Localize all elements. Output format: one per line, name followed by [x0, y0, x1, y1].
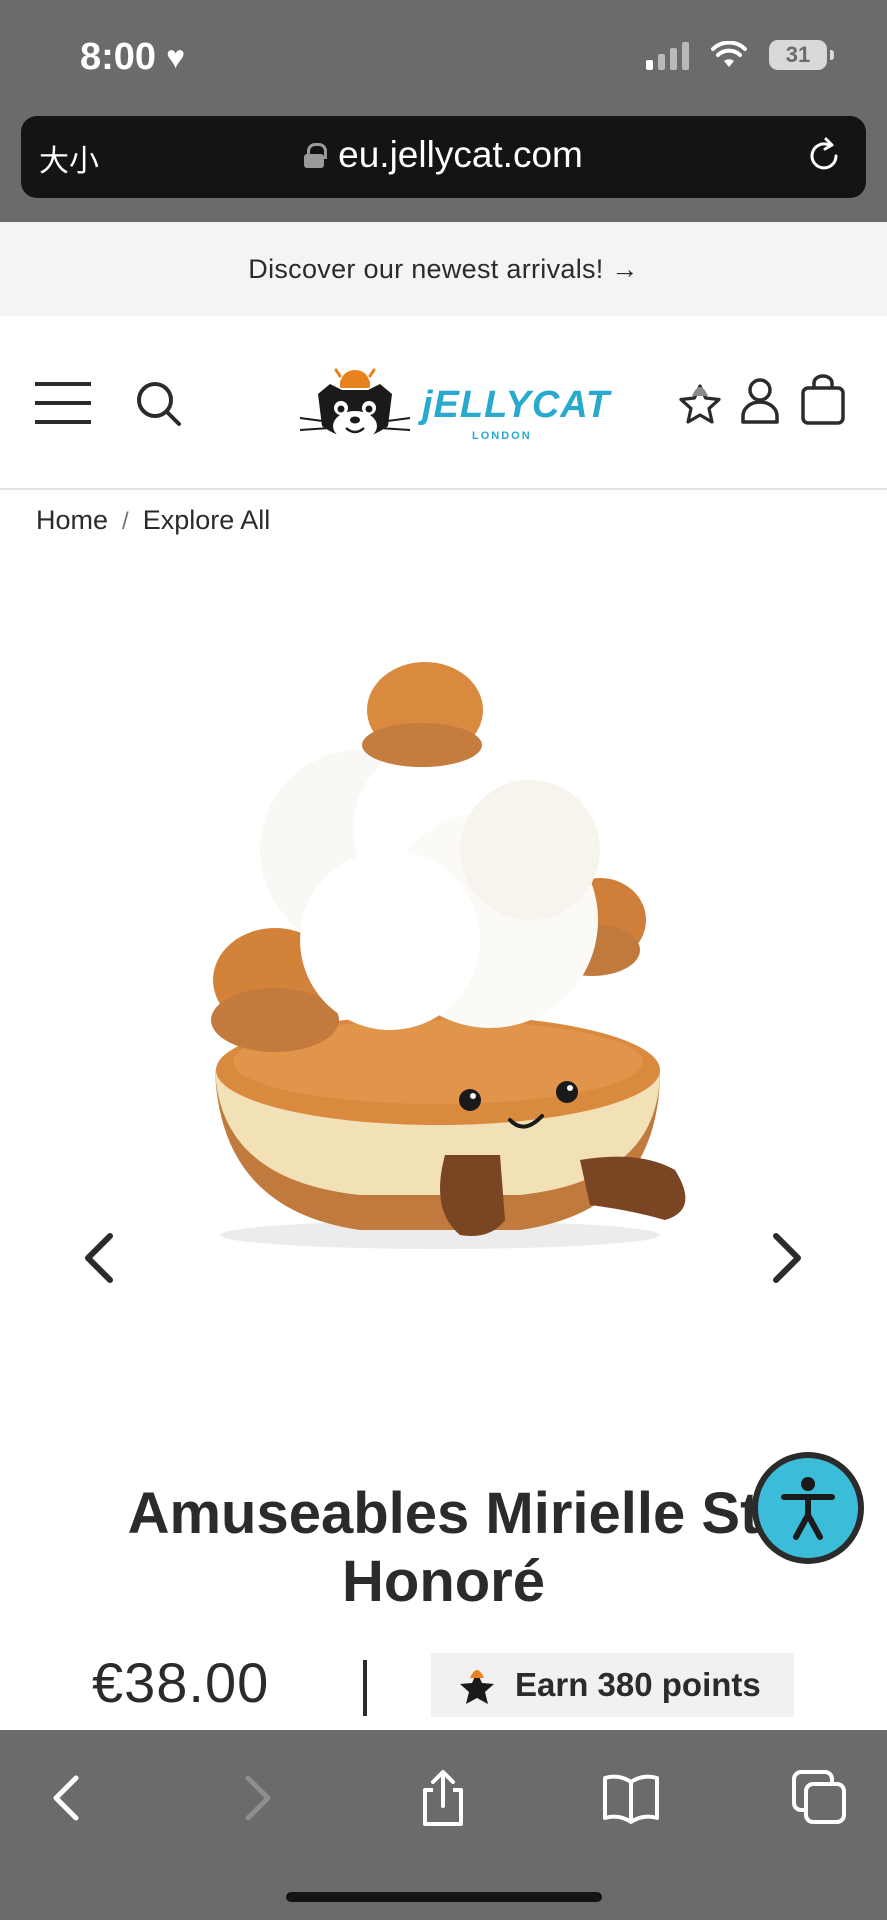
accessibility-icon [781, 1477, 835, 1540]
breadcrumb-separator: / [122, 508, 129, 535]
heart-icon: ♥ [166, 39, 186, 75]
battery-icon: 31 [769, 40, 834, 70]
star-icon[interactable] [676, 376, 724, 428]
logo-wordmark: jELLYCAT [422, 384, 611, 426]
reload-icon[interactable] [804, 136, 844, 176]
jellycat-logo[interactable]: jELLYCAT LONDON [296, 356, 609, 456]
chevron-left-icon[interactable] [78, 1230, 118, 1286]
breadcrumb: Home / Explore All [36, 505, 270, 536]
product-image[interactable] [160, 650, 720, 1270]
home-indicator [286, 1892, 602, 1902]
promo-banner[interactable]: Discover our newest arrivals! → [0, 222, 887, 316]
chevron-right-icon[interactable] [768, 1230, 808, 1286]
lock-icon [304, 143, 328, 168]
product-price: €38.00 [92, 1651, 270, 1714]
share-icon[interactable] [413, 1768, 473, 1828]
loyalty-points-badge: Earn 380 points [431, 1653, 794, 1717]
browser-toolbar [0, 1730, 887, 1920]
back-icon[interactable] [38, 1768, 98, 1828]
wifi-icon [711, 41, 747, 67]
user-icon[interactable] [740, 376, 780, 426]
accessibility-button-inner [758, 1458, 858, 1558]
shopping-bag-icon[interactable] [800, 374, 846, 426]
logo-subtext: LONDON [472, 430, 532, 442]
points-text: Earn 380 points [515, 1666, 761, 1703]
cellular-signal-icon [646, 40, 689, 70]
url-text: eu.jellycat.com [338, 134, 583, 175]
breadcrumb-home[interactable]: Home [36, 505, 108, 536]
forward-icon[interactable] [226, 1768, 286, 1828]
status-time: 8:00 ♥ [80, 36, 185, 79]
clock-text: 8:00 [80, 36, 157, 78]
price-divider [363, 1660, 367, 1716]
promo-text[interactable]: Discover our newest arrivals! → [248, 254, 638, 285]
site-header: jELLYCAT LONDON [0, 316, 887, 490]
tabs-icon[interactable] [790, 1768, 850, 1828]
hamburger-icon[interactable] [35, 382, 91, 424]
bookmarks-icon[interactable] [601, 1768, 661, 1828]
battery-level: 31 [785, 42, 811, 67]
search-icon[interactable] [134, 379, 184, 429]
address-bar[interactable]: 大小 eu.jellycat.com [21, 116, 866, 198]
url-display[interactable]: eu.jellycat.com [21, 134, 866, 176]
product-title-line-1: Amuseables Mirielle St [127, 1481, 760, 1546]
status-indicators: 31 [646, 40, 834, 70]
browser-chrome: 8:00 ♥ 31 大小 eu.jellycat.com [0, 0, 887, 222]
product-title-line-2: Honoré [342, 1549, 545, 1614]
accessibility-button[interactable] [752, 1452, 864, 1564]
star-reward-icon [460, 1670, 494, 1704]
breadcrumb-explore-all[interactable]: Explore All [143, 505, 271, 536]
